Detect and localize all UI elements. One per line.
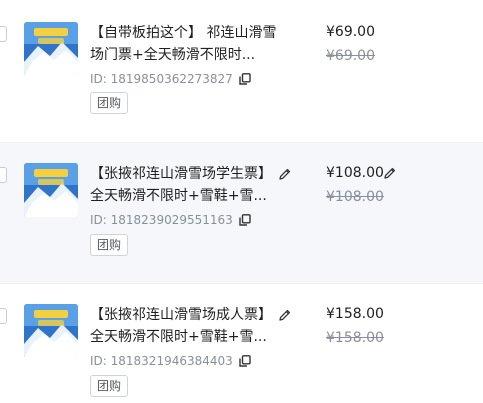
group-buy-tag: 团购: [90, 92, 129, 114]
product-id-line: ID: 1818239029551163: [90, 213, 251, 227]
product-price: ¥108.00: [326, 165, 384, 181]
product-title[interactable]: 【张掖祁连山滑雪场成人票】 全天畅滑不限时+雪鞋+雪...: [90, 304, 280, 348]
copy-icon[interactable]: [239, 355, 251, 367]
row-checkbox[interactable]: [0, 308, 7, 324]
product-row: 【张掖祁连山滑雪场学生票】 全天畅滑不限时+雪鞋+雪... ID: 181823…: [0, 143, 483, 283]
pencil-icon[interactable]: [278, 308, 292, 322]
product-row: 【自带板拍这个】 祁连山滑雪场门票+全天畅滑不限时... ID: 1819850…: [0, 0, 483, 142]
product-id-line: ID: 1819850362273827: [90, 72, 251, 86]
row-checkbox[interactable]: [0, 26, 7, 42]
copy-icon[interactable]: [239, 73, 251, 85]
product-row: 【张掖祁连山滑雪场成人票】 全天畅滑不限时+雪鞋+雪... ID: 181832…: [0, 284, 483, 403]
product-thumbnail[interactable]: [24, 304, 78, 358]
pencil-icon[interactable]: [383, 166, 397, 180]
product-id-line: ID: 1818321946384403: [90, 354, 251, 368]
product-price: ¥158.00: [326, 306, 384, 322]
product-thumbnail[interactable]: [24, 163, 78, 217]
product-id: ID: 1818321946384403: [90, 354, 233, 368]
product-title[interactable]: 【张掖祁连山滑雪场学生票】 全天畅滑不限时+雪鞋+雪...: [90, 163, 280, 207]
product-id: ID: 1818239029551163: [90, 213, 233, 227]
group-buy-tag: 团购: [90, 234, 129, 256]
copy-icon[interactable]: [239, 214, 251, 226]
product-thumbnail[interactable]: [24, 22, 78, 76]
original-price: ¥108.00: [326, 189, 384, 205]
product-id: ID: 1819850362273827: [90, 72, 233, 86]
original-price: ¥158.00: [326, 330, 384, 346]
product-list: 【自带板拍这个】 祁连山滑雪场门票+全天畅滑不限时... ID: 1819850…: [0, 0, 483, 403]
product-price: ¥69.00: [326, 24, 375, 40]
group-buy-tag: 团购: [90, 375, 129, 397]
original-price: ¥69.00: [326, 48, 375, 64]
product-title[interactable]: 【自带板拍这个】 祁连山滑雪场门票+全天畅滑不限时...: [90, 22, 280, 66]
row-checkbox[interactable]: [0, 167, 7, 183]
pencil-icon[interactable]: [278, 167, 292, 181]
